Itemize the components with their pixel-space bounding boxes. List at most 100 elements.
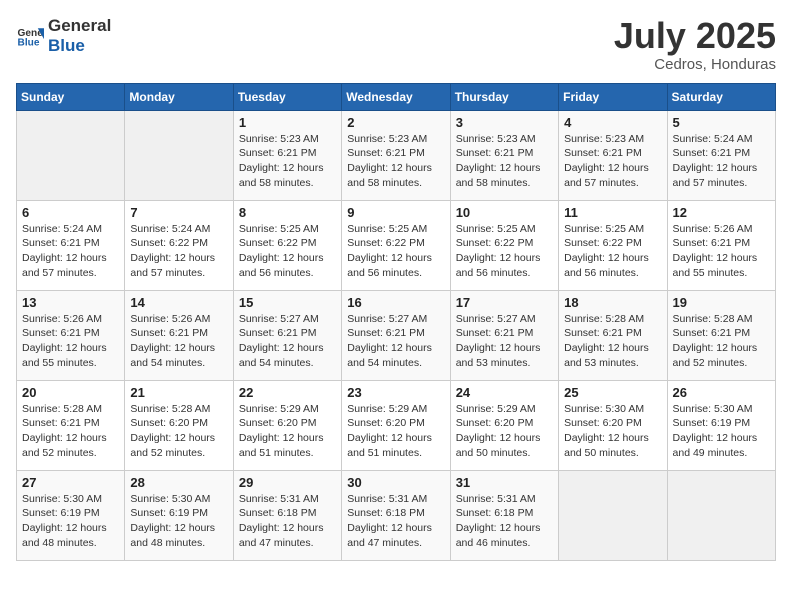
day-number: 4: [564, 115, 661, 130]
calendar-cell: 5 Sunrise: 5:24 AMSunset: 6:21 PMDaylight…: [667, 110, 775, 200]
day-info: Sunrise: 5:31 AMSunset: 6:18 PMDaylight:…: [456, 492, 553, 551]
day-number: 22: [239, 385, 336, 400]
day-info: Sunrise: 5:29 AMSunset: 6:20 PMDaylight:…: [347, 402, 444, 461]
calendar-cell: 14Sunrise: 5:26 AMSunset: 6:21 PMDayligh…: [125, 290, 233, 380]
week-row-4: 20Sunrise: 5:28 AMSunset: 6:21 PMDayligh…: [17, 380, 776, 470]
calendar-cell: [17, 110, 125, 200]
day-info: Sunrise: 5:30 AMSunset: 6:20 PMDaylight:…: [564, 402, 661, 461]
calendar-cell: 30Sunrise: 5:31 AMSunset: 6:18 PMDayligh…: [342, 470, 450, 560]
calendar-cell: 22Sunrise: 5:29 AMSunset: 6:20 PMDayligh…: [233, 380, 341, 470]
day-info: Sunrise: 5:31 AMSunset: 6:18 PMDaylight:…: [239, 492, 336, 551]
calendar-cell: 20Sunrise: 5:28 AMSunset: 6:21 PMDayligh…: [17, 380, 125, 470]
col-header-sunday: Sunday: [17, 83, 125, 110]
day-number: 24: [456, 385, 553, 400]
day-number: 8: [239, 205, 336, 220]
day-info: Sunrise: 5:28 AMSunset: 6:21 PMDaylight:…: [22, 402, 119, 461]
calendar-cell: 15Sunrise: 5:27 AMSunset: 6:21 PMDayligh…: [233, 290, 341, 380]
col-header-tuesday: Tuesday: [233, 83, 341, 110]
day-info: Sunrise: 5:25 AMSunset: 6:22 PMDaylight:…: [239, 222, 336, 281]
calendar-cell: 11Sunrise: 5:25 AMSunset: 6:22 PMDayligh…: [559, 200, 667, 290]
day-number: 2: [347, 115, 444, 130]
day-info: Sunrise: 5:24 AMSunset: 6:21 PMDaylight:…: [22, 222, 119, 281]
day-info: Sunrise: 5:30 AMSunset: 6:19 PMDaylight:…: [22, 492, 119, 551]
calendar-cell: 27 Sunrise: 5:30 AMSunset: 6:19 PMDayligh…: [17, 470, 125, 560]
calendar-header-row: SundayMondayTuesdayWednesdayThursdayFrid…: [17, 83, 776, 110]
day-info: Sunrise: 5:26 AMSunset: 6:21 PMDaylight:…: [673, 222, 770, 281]
calendar-cell: 3 Sunrise: 5:23 AMSunset: 6:21 PMDaylight…: [450, 110, 558, 200]
day-info: Sunrise: 5:28 AMSunset: 6:21 PMDaylight:…: [673, 312, 770, 371]
day-number: 23: [347, 385, 444, 400]
day-info: Sunrise: 5:23 AMSunset: 6:21 PMDaylight:…: [456, 132, 553, 191]
day-info: Sunrise: 5:24 AMSunset: 6:22 PMDaylight:…: [130, 222, 227, 281]
logo-icon: General Blue: [16, 22, 44, 50]
svg-text:Blue: Blue: [18, 37, 40, 48]
day-number: 19: [673, 295, 770, 310]
day-info: Sunrise: 5:26 AMSunset: 6:21 PMDaylight:…: [22, 312, 119, 371]
calendar-cell: 19 Sunrise: 5:28 AMSunset: 6:21 PMDayligh…: [667, 290, 775, 380]
calendar-cell: 10 Sunrise: 5:25 AMSunset: 6:22 PMDayligh…: [450, 200, 558, 290]
day-number: 16: [347, 295, 444, 310]
day-number: 27: [22, 475, 119, 490]
day-info: Sunrise: 5:23 AMSunset: 6:21 PMDaylight:…: [564, 132, 661, 191]
col-header-saturday: Saturday: [667, 83, 775, 110]
calendar-cell: 8 Sunrise: 5:25 AMSunset: 6:22 PMDaylight…: [233, 200, 341, 290]
day-info: Sunrise: 5:29 AMSunset: 6:20 PMDaylight:…: [456, 402, 553, 461]
day-info: Sunrise: 5:27 AMSunset: 6:21 PMDaylight:…: [239, 312, 336, 371]
day-info: Sunrise: 5:23 AMSunset: 6:21 PMDaylight:…: [239, 132, 336, 191]
day-info: Sunrise: 5:25 AMSunset: 6:22 PMDaylight:…: [564, 222, 661, 281]
day-info: Sunrise: 5:27 AMSunset: 6:21 PMDaylight:…: [456, 312, 553, 371]
day-number: 21: [130, 385, 227, 400]
calendar-cell: 13 Sunrise: 5:26 AMSunset: 6:21 PMDayligh…: [17, 290, 125, 380]
day-info: Sunrise: 5:28 AMSunset: 6:20 PMDaylight:…: [130, 402, 227, 461]
day-number: 5: [673, 115, 770, 130]
day-number: 10: [456, 205, 553, 220]
calendar-cell: 28 Sunrise: 5:30 AMSunset: 6:19 PMDayligh…: [125, 470, 233, 560]
day-number: 25: [564, 385, 661, 400]
calendar-cell: 9Sunrise: 5:25 AMSunset: 6:22 PMDaylight…: [342, 200, 450, 290]
week-row-5: 27 Sunrise: 5:30 AMSunset: 6:19 PMDayligh…: [17, 470, 776, 560]
day-info: Sunrise: 5:25 AMSunset: 6:22 PMDaylight:…: [456, 222, 553, 281]
calendar-cell: 26 Sunrise: 5:30 AMSunset: 6:19 PMDayligh…: [667, 380, 775, 470]
day-number: 31: [456, 475, 553, 490]
location: Cedros, Honduras: [614, 56, 776, 73]
day-number: 6: [22, 205, 119, 220]
day-info: Sunrise: 5:25 AMSunset: 6:22 PMDaylight:…: [347, 222, 444, 281]
day-number: 1: [239, 115, 336, 130]
day-info: Sunrise: 5:24 AMSunset: 6:21 PMDaylight:…: [673, 132, 770, 191]
day-number: 13: [22, 295, 119, 310]
calendar-cell: 18 Sunrise: 5:28 AMSunset: 6:21 PMDayligh…: [559, 290, 667, 380]
col-header-friday: Friday: [559, 83, 667, 110]
day-info: Sunrise: 5:30 AMSunset: 6:19 PMDaylight:…: [673, 402, 770, 461]
calendar-cell: 6 Sunrise: 5:24 AMSunset: 6:21 PMDaylight…: [17, 200, 125, 290]
calendar-cell: [125, 110, 233, 200]
calendar-cell: 24 Sunrise: 5:29 AMSunset: 6:20 PMDayligh…: [450, 380, 558, 470]
week-row-3: 13 Sunrise: 5:26 AMSunset: 6:21 PMDayligh…: [17, 290, 776, 380]
logo-blue-text: Blue: [48, 36, 85, 55]
calendar-cell: [559, 470, 667, 560]
calendar-cell: 17 Sunrise: 5:27 AMSunset: 6:21 PMDayligh…: [450, 290, 558, 380]
calendar-cell: 7Sunrise: 5:24 AMSunset: 6:22 PMDaylight…: [125, 200, 233, 290]
calendar-table: SundayMondayTuesdayWednesdayThursdayFrid…: [16, 83, 776, 561]
day-info: Sunrise: 5:30 AMSunset: 6:19 PMDaylight:…: [130, 492, 227, 551]
day-info: Sunrise: 5:28 AMSunset: 6:21 PMDaylight:…: [564, 312, 661, 371]
day-number: 14: [130, 295, 227, 310]
day-number: 26: [673, 385, 770, 400]
calendar-cell: 2 Sunrise: 5:23 AMSunset: 6:21 PMDaylight…: [342, 110, 450, 200]
calendar-cell: [667, 470, 775, 560]
calendar-cell: 4 Sunrise: 5:23 AMSunset: 6:21 PMDaylight…: [559, 110, 667, 200]
calendar-cell: 1 Sunrise: 5:23 AMSunset: 6:21 PMDaylight…: [233, 110, 341, 200]
day-number: 29: [239, 475, 336, 490]
day-number: 18: [564, 295, 661, 310]
calendar-cell: 12 Sunrise: 5:26 AMSunset: 6:21 PMDayligh…: [667, 200, 775, 290]
day-number: 3: [456, 115, 553, 130]
col-header-monday: Monday: [125, 83, 233, 110]
day-info: Sunrise: 5:27 AMSunset: 6:21 PMDaylight:…: [347, 312, 444, 371]
day-number: 17: [456, 295, 553, 310]
month-year: July 2025: [614, 16, 776, 56]
calendar-cell: 29 Sunrise: 5:31 AMSunset: 6:18 PMDayligh…: [233, 470, 341, 560]
calendar-cell: 23 Sunrise: 5:29 AMSunset: 6:20 PMDayligh…: [342, 380, 450, 470]
day-number: 12: [673, 205, 770, 220]
day-info: Sunrise: 5:23 AMSunset: 6:21 PMDaylight:…: [347, 132, 444, 191]
day-number: 28: [130, 475, 227, 490]
header: General Blue General Blue July 2025 Cedr…: [16, 16, 776, 73]
